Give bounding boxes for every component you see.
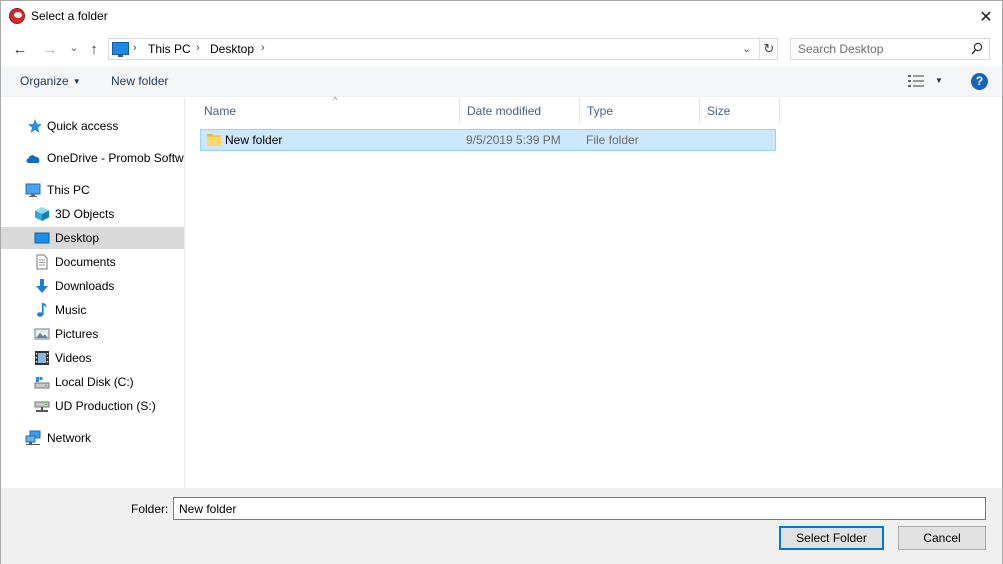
- sidebar-item-ud-production[interactable]: UD Production (S:): [1, 395, 184, 417]
- folder-name-field[interactable]: [173, 497, 986, 520]
- sidebar-item-label: OneDrive - Promob Software: [47, 151, 184, 165]
- search-box[interactable]: [790, 38, 990, 60]
- breadcrumb-this-pc[interactable]: This PC: [148, 42, 191, 56]
- sidebar-item-desktop[interactable]: Desktop: [1, 227, 184, 249]
- help-icon[interactable]: ?: [971, 73, 988, 90]
- breadcrumb-separator[interactable]: ›: [261, 42, 265, 54]
- sidebar-item-network[interactable]: Network: [1, 427, 184, 449]
- close-button[interactable]: ✕: [970, 1, 1002, 32]
- recent-locations-button[interactable]: ⌄: [64, 37, 84, 57]
- cancel-button[interactable]: Cancel: [898, 526, 986, 550]
- column-header-label: Size: [707, 104, 731, 118]
- sidebar-item-3d-objects[interactable]: 3D Objects: [1, 203, 184, 225]
- search-input[interactable]: [791, 39, 967, 59]
- sort-ascending-icon: ^: [333, 95, 338, 105]
- file-type: File folder: [586, 133, 639, 147]
- document-icon: [36, 254, 48, 270]
- refresh-button[interactable]: ↻: [759, 39, 778, 59]
- navigation-pane: Quick access OneDrive - Promob Software …: [1, 98, 185, 488]
- sidebar-item-label: Music: [55, 303, 87, 317]
- sidebar-item-label: 3D Objects: [55, 207, 115, 221]
- sidebar-item-documents[interactable]: Documents: [1, 251, 184, 273]
- sidebar-item-label: Quick access: [47, 119, 119, 133]
- title-bar: Select a folder ✕: [1, 1, 1002, 32]
- breadcrumb-separator[interactable]: ›: [196, 42, 200, 54]
- sidebar-item-onedrive[interactable]: OneDrive - Promob Software: [1, 147, 184, 169]
- cube-icon: [35, 207, 49, 221]
- picture-icon: [34, 328, 50, 340]
- view-options-icon[interactable]: [908, 75, 924, 87]
- video-icon: [35, 351, 49, 365]
- up-button[interactable]: ↑: [84, 39, 104, 59]
- sidebar-item-label: Local Disk (C:): [55, 375, 134, 389]
- folder-field-label: Folder:: [131, 502, 169, 516]
- dialog-footer: Folder: Select Folder Cancel: [1, 488, 1002, 564]
- column-header-date[interactable]: Date modified: [460, 98, 580, 125]
- sidebar-item-label: Network: [47, 431, 92, 445]
- sidebar-item-label: Videos: [55, 351, 92, 365]
- sidebar-item-label: Downloads: [55, 279, 115, 293]
- back-button[interactable]: ←: [10, 39, 30, 59]
- drive-icon: [34, 377, 50, 389]
- file-list: Name ^ Date modified Type Size New folde…: [186, 95, 1002, 488]
- sidebar-item-label: Documents: [55, 255, 116, 269]
- sidebar-item-label: Desktop: [55, 231, 100, 245]
- network-drive-icon: [34, 401, 50, 412]
- network-icon: [25, 430, 41, 445]
- organize-label: Organize: [20, 74, 69, 88]
- new-folder-button[interactable]: New folder: [111, 74, 168, 88]
- download-icon: [36, 279, 48, 293]
- column-header-size[interactable]: Size: [700, 98, 780, 125]
- sidebar-item-downloads[interactable]: Downloads: [1, 275, 184, 297]
- table-row[interactable]: New folder 9/5/2019 5:39 PM File folder: [200, 129, 776, 151]
- column-header-name[interactable]: Name ^: [197, 95, 460, 125]
- sidebar-item-local-disk[interactable]: Local Disk (C:): [1, 371, 184, 393]
- sidebar-item-videos[interactable]: Videos: [1, 347, 184, 369]
- sidebar-item-pictures[interactable]: Pictures: [1, 323, 184, 345]
- sidebar-item-label: UD Production (S:): [55, 399, 156, 413]
- column-header-label: Name: [204, 104, 237, 118]
- sidebar-item-quick-access[interactable]: Quick access: [1, 115, 184, 137]
- music-icon: [37, 303, 47, 317]
- window-title: Select a folder: [31, 9, 108, 23]
- address-row: ← → ⌄ ↑ › This PC › Desktop › ⌄ ↻: [1, 33, 1002, 65]
- sidebar-item-this-pc[interactable]: This PC: [1, 179, 184, 201]
- file-name: New folder: [225, 133, 283, 147]
- sidebar-item-label: Pictures: [55, 327, 99, 341]
- column-header-label: Date modified: [467, 104, 542, 118]
- select-folder-button[interactable]: Select Folder: [779, 526, 884, 550]
- view-dropdown-button[interactable]: ▼: [935, 76, 943, 85]
- organize-button[interactable]: Organize ▼: [20, 74, 81, 88]
- breadcrumb-desktop[interactable]: Desktop: [210, 42, 254, 56]
- cloud-icon: [26, 155, 40, 163]
- address-bar[interactable]: › This PC › Desktop › ⌄ ↻: [108, 38, 778, 60]
- star-icon: [28, 119, 42, 133]
- breadcrumb-separator[interactable]: ›: [133, 42, 137, 54]
- column-header-type[interactable]: Type: [580, 98, 700, 125]
- app-logo-icon: [9, 8, 25, 24]
- address-dropdown-button[interactable]: ⌄: [742, 42, 751, 55]
- search-icon[interactable]: [971, 42, 983, 56]
- sidebar-item-music[interactable]: Music: [1, 299, 184, 321]
- column-header-label: Type: [587, 104, 614, 118]
- sidebar-item-label: This PC: [47, 183, 90, 197]
- folder-icon: [207, 134, 221, 146]
- command-toolbar: Organize ▼ New folder ▼ ?: [1, 66, 1002, 97]
- this-pc-icon: [112, 42, 129, 57]
- monitor-icon: [25, 183, 41, 197]
- forward-button[interactable]: →: [40, 39, 60, 59]
- file-date-modified: 9/5/2019 5:39 PM: [466, 133, 561, 147]
- select-folder-dialog: Select a folder ✕ ← → ⌄ ↑ › This PC › De…: [0, 0, 1003, 564]
- desktop-icon: [34, 232, 50, 244]
- chevron-down-icon: ▼: [72, 77, 81, 86]
